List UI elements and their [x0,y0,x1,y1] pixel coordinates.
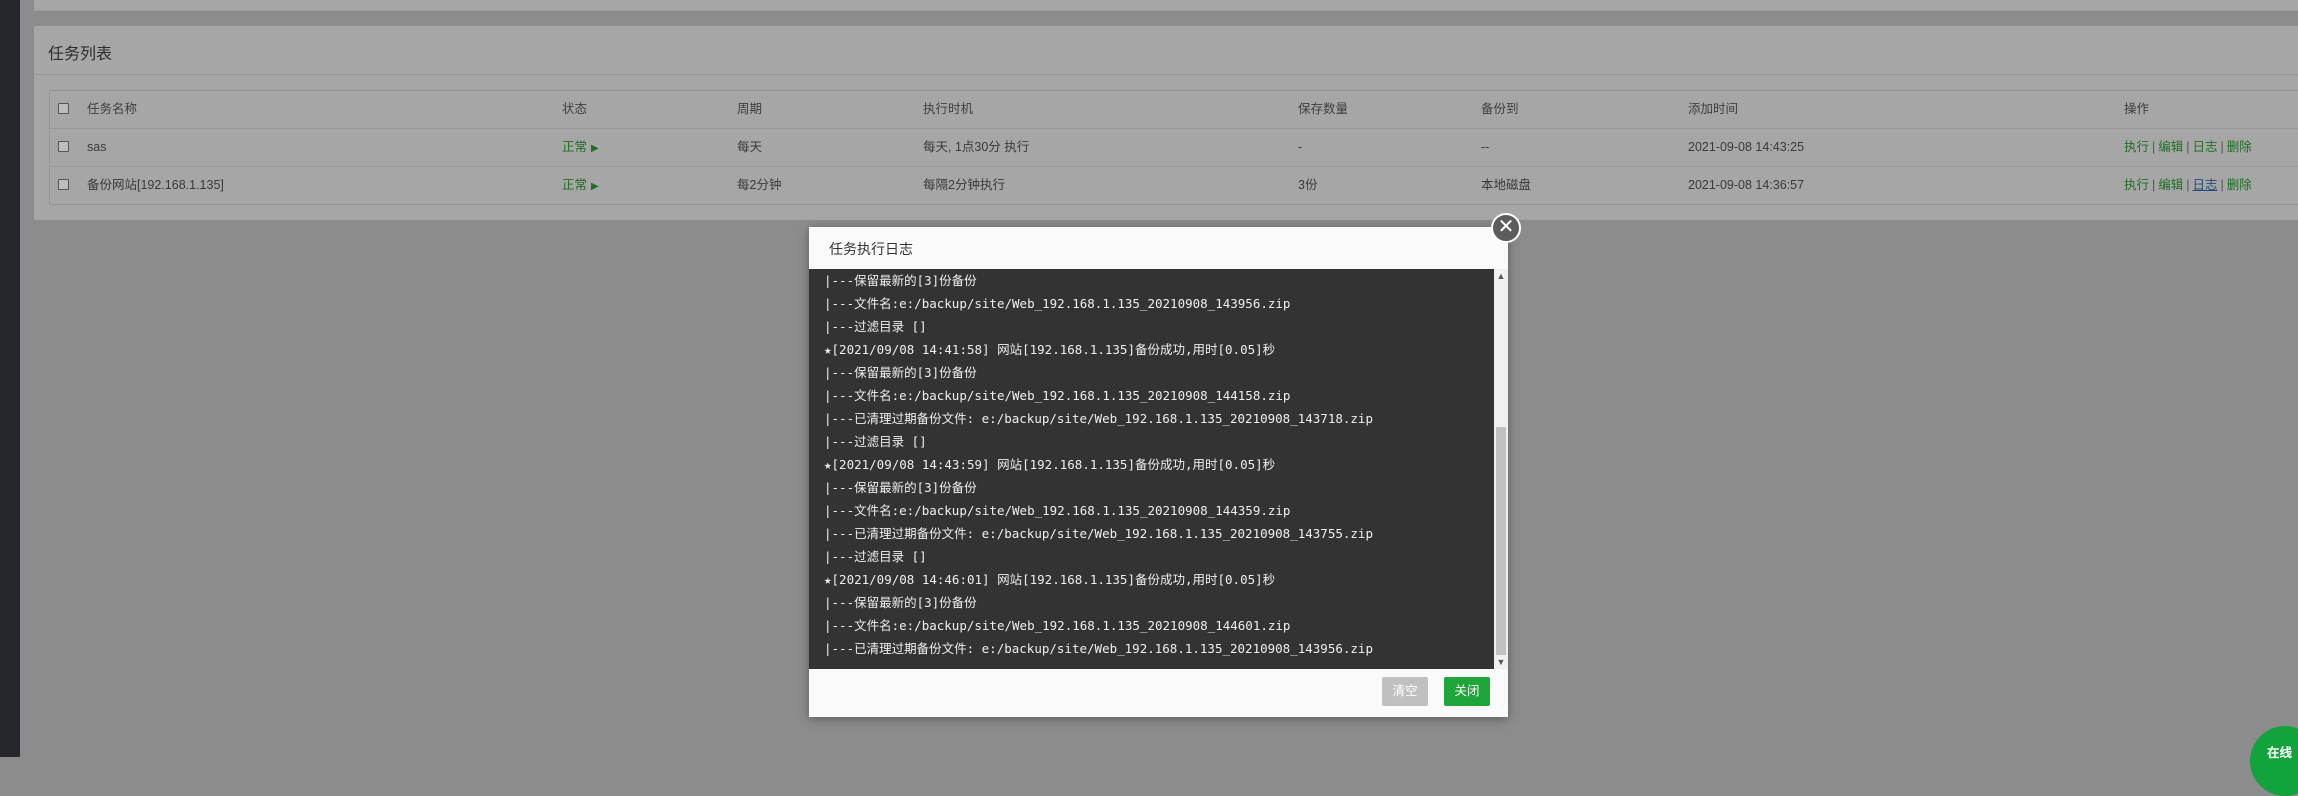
status-text: 正常 [562,140,588,154]
log-lines: |---保留最新的[3]份备份 |---文件名:e:/backup/site/We… [824,269,1373,660]
row-checkbox[interactable] [58,141,69,152]
task-operations: 执行 | 编辑 | 日志 | 删除 [2124,129,2252,166]
log-line: ★[2021/09/08 14:43:59] 网站[192.168.1.135]… [824,457,1276,472]
log-line: |---过滤目录 [] [824,434,927,449]
ops-separator: | [2220,140,2224,154]
log-line: ★[2021/09/08 14:46:01] 网站[192.168.1.135]… [824,572,1276,587]
close-button[interactable]: 关闭 [1444,677,1490,706]
log-line: |---保留最新的[3]份备份 [824,365,977,380]
log-line: |---已清理过期备份文件: e:/backup/site/Web_192.16… [824,641,1373,656]
edit-link[interactable]: 编辑 [2158,178,2183,192]
scroll-thumb[interactable] [1496,427,1506,655]
header-exec-timing: 执行时机 [923,102,974,116]
header-add-time: 添加时间 [1688,102,1739,116]
task-save-count: - [1298,140,1303,154]
online-support-badge[interactable]: 在线 [2250,726,2298,796]
online-badge-label: 在线 [2267,746,2293,760]
log-line: |---文件名:e:/backup/site/Web_192.168.1.135… [824,503,1291,518]
task-status[interactable]: 正常 ▶ [562,167,599,204]
status-text: 正常 [562,178,588,192]
task-name: 备份网站[192.168.1.135] [87,178,224,192]
scroll-up-arrow-icon[interactable]: ▲ [1494,269,1508,283]
log-output[interactable]: |---保留最新的[3]份备份 |---文件名:e:/backup/site/We… [809,269,1508,669]
task-operations: 执行 | 编辑 | 日志 | 删除 [2124,167,2252,204]
task-backup-to: 本地磁盘 [1481,178,1532,192]
play-icon: ▶ [591,181,599,192]
log-line: |---已清理过期备份文件: e:/backup/site/Web_192.16… [824,526,1373,541]
ops-separator: | [2186,178,2190,192]
log-line: ★[2021/09/08 14:41:58] 网站[192.168.1.135]… [824,342,1276,357]
log-line: |---过滤目录 [] [824,549,927,564]
task-add-time: 2021-09-08 14:36:57 [1688,178,1805,192]
log-line: |---保留最新的[3]份备份 [824,480,977,495]
task-list-panel: 任务列表 任务名称 状态 周期 执行时机 保存数量 备份到 添加时间 操作 sa… [34,26,2298,220]
header-backup-to: 备份到 [1481,102,1519,116]
table-row: sas 正常 ▶ 每天 每天, 1点30分 执行 - -- 2021-09-08 … [50,128,2298,166]
ops-separator: | [2152,178,2156,192]
task-period: 每2分钟 [737,178,782,192]
left-sidebar-strip [0,0,20,757]
task-status[interactable]: 正常 ▶ [562,129,599,166]
task-backup-to: -- [1481,140,1490,154]
task-exec-timing: 每天, 1点30分 执行 [923,140,1030,154]
task-exec-timing: 每隔2分钟执行 [923,178,1005,192]
ops-separator: | [2186,140,2190,154]
task-name: sas [87,140,107,154]
task-table: 任务名称 状态 周期 执行时机 保存数量 备份到 添加时间 操作 sas 正常 ▶… [49,90,2298,205]
row-checkbox[interactable] [58,179,69,190]
log-line: |---过滤目录 [] [824,319,927,334]
panel-divider [34,74,2298,75]
task-period: 每天 [737,140,763,154]
header-save-count: 保存数量 [1298,102,1349,116]
run-link[interactable]: 执行 [2124,140,2149,154]
header-operations: 操作 [2124,102,2150,116]
log-link[interactable]: 日志 [2193,178,2218,192]
header-period: 周期 [737,102,763,116]
task-add-time: 2021-09-08 14:43:25 [1688,140,1805,154]
run-link[interactable]: 执行 [2124,178,2149,192]
table-row: 备份网站[192.168.1.135] 正常 ▶ 每2分钟 每隔2分钟执行 3份 … [50,166,2298,204]
scroll-down-arrow-icon[interactable]: ▼ [1494,655,1508,669]
ops-separator: | [2220,178,2224,192]
log-line: |---已清理过期备份文件: e:/backup/site/Web_192.16… [824,411,1373,426]
log-line: |---文件名:e:/backup/site/Web_192.168.1.135… [824,296,1291,311]
table-header-row: 任务名称 状态 周期 执行时机 保存数量 备份到 添加时间 操作 [50,91,2298,128]
log-line: |---保留最新的[3]份备份 [824,273,977,288]
clear-button[interactable]: 清空 [1382,677,1428,706]
header-status: 状态 [562,102,588,116]
task-save-count: 3份 [1298,178,1318,192]
log-link[interactable]: 日志 [2193,140,2218,154]
ops-separator: | [2152,140,2156,154]
header-task-name: 任务名称 [87,102,138,116]
panel-title: 任务列表 [48,46,113,63]
delete-link[interactable]: 删除 [2227,140,2252,154]
play-icon: ▶ [591,143,599,154]
edit-link[interactable]: 编辑 [2158,140,2183,154]
delete-link[interactable]: 删除 [2227,178,2252,192]
dialog-title: 任务执行日志 [829,241,913,257]
task-log-dialog: 任务执行日志 |---保留最新的[3]份备份 |---文件名:e:/backup/… [809,227,1508,717]
log-line: |---文件名:e:/backup/site/Web_192.168.1.135… [824,388,1291,403]
log-line: |---文件名:e:/backup/site/Web_192.168.1.135… [824,618,1291,633]
log-scrollbar[interactable]: ▲ ▼ [1494,269,1508,669]
select-all-checkbox[interactable] [58,103,69,114]
top-card [34,0,2298,11]
close-icon[interactable]: ✕ [1491,213,1521,243]
log-line: |---保留最新的[3]份备份 [824,595,977,610]
